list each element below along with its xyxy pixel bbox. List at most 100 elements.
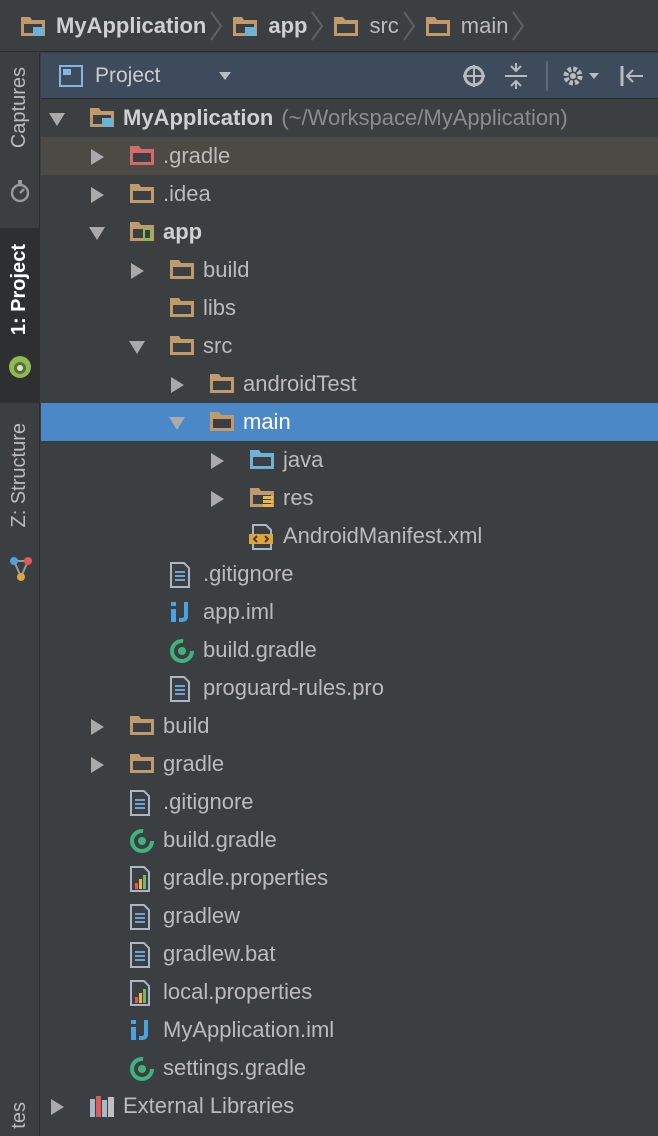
node-name: gradlew.bat [163,941,276,966]
tree-node[interactable]: gradle.properties [41,859,658,897]
tree-node[interactable]: res [41,479,658,517]
collapsed-arrow-icon[interactable] [89,757,105,773]
folder-icon [129,714,155,740]
tree-node-label: settings.gradle [163,1055,306,1081]
stopwatch-icon [10,180,30,203]
node-name: app.iml [203,599,274,624]
node-name: gradle.properties [163,865,329,890]
gradle-icon [129,1056,155,1082]
source-folder-icon [249,448,275,474]
project-tab[interactable]: 1: Project [0,228,40,403]
tree-node-label: app.iml [203,599,274,625]
chevron-right-icon [210,10,223,41]
navigation-breadcrumb: MyApplication app src main [0,0,658,52]
tree-node[interactable]: local.properties [41,973,658,1011]
tree-node[interactable]: java [41,441,658,479]
tree-node[interactable]: build [41,251,658,289]
tree-node[interactable]: .idea [41,175,658,213]
expanded-arrow-icon[interactable] [49,111,65,127]
tree-node[interactable]: External Libraries [41,1087,658,1125]
tree-node[interactable]: AndroidManifest.xml [41,517,658,555]
tree-node-label: androidTest [243,371,357,397]
collapsed-arrow-icon[interactable] [49,1099,65,1115]
node-name: local.properties [163,979,313,1004]
tree-node-label: MyApplication (~/Workspace/MyApplication) [123,105,568,131]
structure-tab[interactable]: Z: Structure [0,413,40,598]
tree-node[interactable]: gradlew [41,897,658,935]
breadcrumb-item[interactable]: src [333,0,420,52]
collapsed-arrow-icon[interactable] [169,377,185,393]
favorites-tab[interactable]: tes [0,1098,40,1136]
collapsed-arrow-icon[interactable] [209,453,225,469]
tree-node[interactable]: app.iml [41,593,658,631]
tree-node[interactable]: src [41,327,658,365]
breadcrumb-label: src [369,12,399,38]
tree-node[interactable]: .gitignore [41,555,658,593]
collapsed-arrow-icon[interactable] [89,187,105,203]
node-name: java [283,447,324,472]
project-panel-header: Project [41,53,658,99]
tree-node-label: local.properties [163,979,312,1005]
tree-node[interactable]: main [41,403,658,441]
captures-tab[interactable]: Captures [0,53,40,223]
module-folder-icon [232,15,258,37]
collapsed-arrow-icon[interactable] [129,263,145,279]
gear-icon[interactable] [561,63,601,89]
folder-icon [129,752,155,778]
libraries-icon [89,1094,115,1120]
breadcrumb-item[interactable]: main [425,0,531,52]
tree-node[interactable]: .gitignore [41,783,658,821]
text-file-icon [129,904,155,930]
collapsed-arrow-icon[interactable] [89,719,105,735]
locate-target-icon[interactable] [461,63,487,89]
node-name: .idea [163,181,211,206]
folder-icon [425,15,451,37]
tree-node[interactable]: libs [41,289,658,327]
breadcrumb-item[interactable]: MyApplication [20,0,228,52]
node-name: res [283,485,314,510]
node-name: .gitignore [203,561,294,586]
module-folder-icon [20,15,46,37]
tree-node[interactable]: .gradle [41,137,658,175]
project-tab-label: 1: Project [8,244,30,336]
chevron-down-icon [219,72,232,80]
collapsed-arrow-icon[interactable] [89,149,105,165]
tree-node[interactable]: androidTest [41,365,658,403]
tree-node[interactable]: settings.gradle [41,1049,658,1087]
xml-file-icon [249,524,275,550]
tree-node-label: gradlew.bat [163,941,276,967]
node-name: main [243,409,291,434]
tree-node-label: src [203,333,232,359]
tree-node-label: gradle [163,751,224,777]
collapsed-arrow-icon[interactable] [209,491,225,507]
collapse-all-icon[interactable] [503,63,529,89]
chevron-right-icon [512,10,525,41]
tree-node[interactable]: MyApplication.iml [41,1011,658,1049]
tree-node-label: proguard-rules.pro [203,675,384,701]
chevron-right-icon [311,10,324,41]
tree-node-label: app [163,219,202,245]
iml-file-icon [169,600,195,626]
tree-node[interactable]: gradle [41,745,658,783]
breadcrumb-item[interactable]: app [232,0,329,52]
tree-node[interactable]: MyApplication (~/Workspace/MyApplication) [41,99,658,137]
hide-panel-icon[interactable] [619,63,645,89]
tree-node[interactable]: build.gradle [41,821,658,859]
node-name: build.gradle [163,827,277,852]
project-view-dropdown[interactable]: Project [59,59,232,93]
tree-node[interactable]: build.gradle [41,631,658,669]
expanded-arrow-icon[interactable] [169,415,185,431]
gradle-icon [169,638,195,664]
expanded-arrow-icon[interactable] [89,225,105,241]
node-name: androidTest [243,371,357,396]
tree-node[interactable]: proguard-rules.pro [41,669,658,707]
tree-node[interactable]: gradlew.bat [41,935,658,973]
tool-window-strip: Captures 1: Project Z: Structure tes [0,53,40,1136]
text-file-icon [129,942,155,968]
tree-node[interactable]: build [41,707,658,745]
tree-node-label: build.gradle [163,827,277,853]
folder-icon [169,258,195,284]
tree-node[interactable]: app [41,213,658,251]
node-name: proguard-rules.pro [203,675,384,700]
expanded-arrow-icon[interactable] [129,339,145,355]
